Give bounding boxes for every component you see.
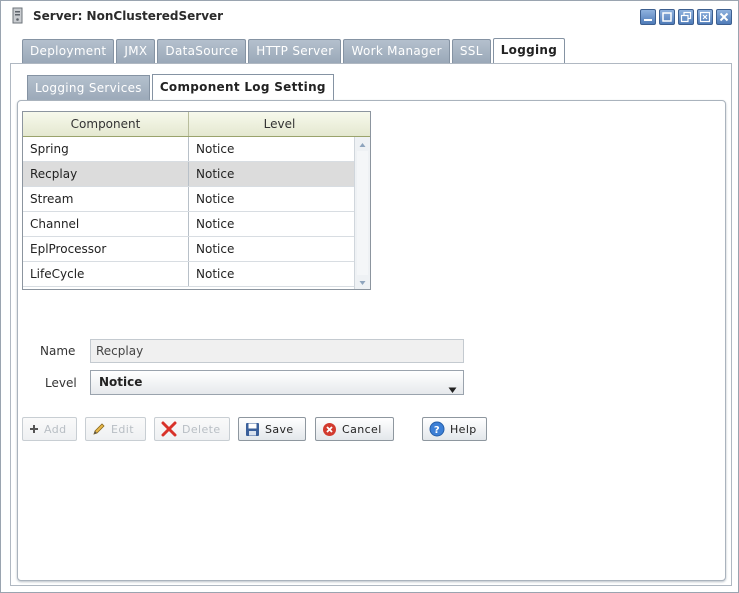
add-button[interactable]: Add — [22, 417, 77, 441]
tab-work-manager[interactable]: Work Manager — [343, 39, 450, 63]
cell-component: LifeCycle — [23, 262, 189, 286]
component-table: Component Level Spring Notice Recplay No… — [22, 111, 371, 290]
cell-component: Recplay — [23, 162, 189, 186]
cell-level: Notice — [196, 192, 235, 206]
level-label: Level — [45, 376, 77, 390]
cancel-button-label: Cancel — [342, 422, 382, 436]
server-icon — [11, 7, 25, 25]
table-body: Spring Notice Recplay Notice Stream Noti… — [23, 137, 354, 287]
tab-http-server[interactable]: HTTP Server — [248, 39, 342, 63]
window-controls — [640, 9, 732, 25]
cell-level: Notice — [196, 217, 235, 231]
add-button-label: Add — [44, 422, 67, 436]
tab-component-log-setting[interactable]: Component Log Setting — [151, 74, 334, 102]
table-row-selected[interactable]: Recplay Notice — [23, 162, 354, 187]
save-button[interactable]: Save — [238, 417, 306, 441]
restore-icon[interactable] — [678, 9, 694, 25]
table-row[interactable]: Stream Notice — [23, 187, 354, 212]
cancel-icon — [323, 422, 336, 436]
help-button-label: Help — [450, 422, 477, 436]
server-window: Server: NonClusteredServer Deployment JM… — [0, 0, 739, 593]
pencil-icon — [93, 423, 105, 435]
level-select-value: Notice — [99, 375, 143, 389]
save-button-label: Save — [265, 422, 294, 436]
tab-logging[interactable]: Logging — [492, 38, 566, 64]
edit-button-label: Edit — [111, 422, 134, 436]
name-field: Recplay — [90, 339, 464, 363]
cell-component: EplProcessor — [23, 237, 189, 261]
scroll-up-icon[interactable] — [357, 139, 368, 149]
tab-ssl[interactable]: SSL — [451, 39, 491, 63]
plus-icon — [30, 425, 38, 433]
table-row[interactable]: Channel Notice — [23, 212, 354, 237]
level-select[interactable]: Notice — [90, 370, 464, 395]
scroll-thumb[interactable] — [357, 151, 368, 275]
cell-component: Spring — [23, 137, 189, 161]
cell-level: Notice — [196, 167, 235, 181]
cancel-button[interactable]: Cancel — [315, 417, 394, 441]
cell-level: Notice — [196, 242, 235, 256]
delete-button-label: Delete — [182, 422, 221, 436]
minimize-icon[interactable] — [640, 9, 656, 25]
table-scrollbar[interactable] — [354, 137, 370, 289]
edit-button[interactable]: Edit — [85, 417, 146, 441]
column-header-component[interactable]: Component — [23, 112, 189, 136]
window-title: Server: NonClusteredServer — [33, 9, 224, 23]
table-row[interactable]: EplProcessor Notice — [23, 237, 354, 262]
dropdown-arrow-icon[interactable] — [448, 379, 457, 393]
table-row[interactable]: Spring Notice — [23, 137, 354, 162]
help-icon: ? — [429, 421, 445, 437]
tab-logging-services[interactable]: Logging Services — [27, 75, 150, 101]
delete-button[interactable]: Delete — [154, 417, 230, 441]
close-icon[interactable] — [716, 9, 732, 25]
server-tabs: Deployment JMX DataSource HTTP Server Wo… — [22, 38, 567, 64]
title-bar: Server: NonClusteredServer — [1, 1, 738, 31]
logging-subtabs: Logging Services Component Log Setting — [27, 74, 336, 102]
dock-icon[interactable] — [697, 9, 713, 25]
help-button[interactable]: ? Help — [422, 417, 487, 441]
tab-datasource[interactable]: DataSource — [157, 39, 247, 63]
tab-deployment[interactable]: Deployment — [22, 39, 115, 63]
column-header-level[interactable]: Level — [189, 112, 370, 136]
cell-level: Notice — [196, 267, 235, 281]
table-row[interactable]: LifeCycle Notice — [23, 262, 354, 287]
floppy-disk-icon — [246, 422, 259, 436]
cell-component: Stream — [23, 187, 189, 211]
cell-component: Channel — [23, 212, 189, 236]
cell-level: Notice — [196, 142, 235, 156]
maximize-icon[interactable] — [659, 9, 675, 25]
table-header: Component Level — [23, 112, 370, 137]
delete-x-icon — [161, 421, 177, 437]
svg-text:?: ? — [434, 425, 440, 436]
tab-jmx[interactable]: JMX — [116, 39, 156, 63]
name-label: Name — [40, 344, 76, 358]
scroll-down-icon[interactable] — [357, 277, 368, 287]
